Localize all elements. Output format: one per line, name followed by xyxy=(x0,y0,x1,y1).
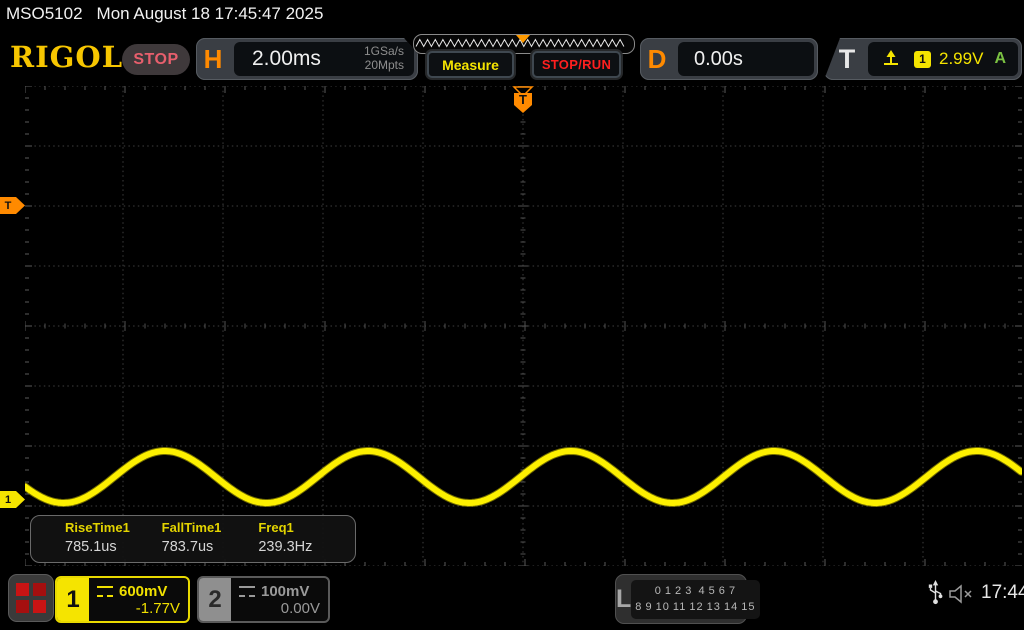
measurement-falltime[interactable]: FallTime1 783.7us xyxy=(162,516,259,562)
channel1-number: 1 xyxy=(57,578,89,621)
acquisition-rates: 1GSa/s 20Mpts xyxy=(364,45,404,73)
menu-grid-icon xyxy=(16,583,29,596)
delay-label: D xyxy=(640,44,674,75)
channel2-button[interactable]: 2 100mV 0.00V xyxy=(197,576,330,623)
measurement-risetime[interactable]: RiseTime1 785.1us xyxy=(65,516,162,562)
trigger-level-value: 2.99V xyxy=(939,49,983,69)
memory-depth: 20Mpts xyxy=(364,59,404,73)
logic-label: L xyxy=(616,585,631,614)
trigger-label: T xyxy=(830,44,864,75)
rigol-logo: RIGOL xyxy=(10,40,123,74)
graticule: T xyxy=(25,86,1022,566)
channel2-number: 2 xyxy=(199,578,231,621)
delay-settings-button[interactable]: D 0.00s xyxy=(640,38,818,80)
rising-edge-trigger-icon xyxy=(882,49,904,69)
delay-value: 0.00s xyxy=(694,48,743,71)
measurement-panel[interactable]: RiseTime1 785.1us FallTime1 783.7us Freq… xyxy=(30,515,356,563)
dc-coupling-icon xyxy=(97,586,113,597)
channel1-scale: 600mV xyxy=(119,583,167,600)
status-bar: MSO5102 Mon August 18 17:45:47 2025 xyxy=(6,4,323,24)
svg-text:T: T xyxy=(519,92,527,107)
clock: 17:44 xyxy=(981,582,1024,604)
measure-button[interactable]: Measure xyxy=(427,51,514,78)
waveform-preview-icon xyxy=(414,35,632,51)
oscilloscope-screen: MSO5102 Mon August 18 17:45:47 2025 RIGOL… xyxy=(0,0,1024,630)
logic-channels-button[interactable]: L 0 1 2 3 4 5 6 7 8 9 10 11 12 13 14 15 xyxy=(615,574,747,624)
datetime: Mon August 18 17:45:47 2025 xyxy=(97,4,324,23)
horizontal-settings-button[interactable]: H 2.00ms 1GSa/s 20Mpts xyxy=(196,38,418,80)
sample-rate: 1GSa/s xyxy=(364,45,404,59)
trigger-source-badge: 1 xyxy=(914,51,931,68)
channel1-offset: -1.77V xyxy=(97,600,180,617)
channel2-offset: 0.00V xyxy=(239,600,320,617)
channel2-scale: 100mV xyxy=(261,583,309,600)
channel1-position-marker[interactable]: 1 xyxy=(0,491,25,508)
measurement-freq[interactable]: Freq1 239.3Hz xyxy=(258,516,355,562)
trigger-settings-button[interactable]: T 1 2.99V A xyxy=(824,38,1022,80)
dc-coupling-icon xyxy=(239,586,255,597)
trigger-level-marker[interactable]: T xyxy=(0,197,25,214)
horizontal-label: H xyxy=(196,44,230,75)
channel1-button[interactable]: 1 600mV -1.77V xyxy=(55,576,190,623)
trigger-mode: A xyxy=(994,50,1006,68)
usb-icon xyxy=(928,580,943,606)
timebase-value: 2.00ms xyxy=(252,47,321,71)
stop-run-button[interactable]: STOP/RUN xyxy=(532,51,621,78)
sound-muted-icon xyxy=(948,584,976,604)
model-name: MSO5102 xyxy=(6,4,83,23)
logic-channel-list: 0 1 2 3 4 5 6 7 8 9 10 11 12 13 14 15 xyxy=(631,580,759,619)
menu-button[interactable] xyxy=(8,574,54,622)
run-state-indicator: STOP xyxy=(122,44,190,75)
